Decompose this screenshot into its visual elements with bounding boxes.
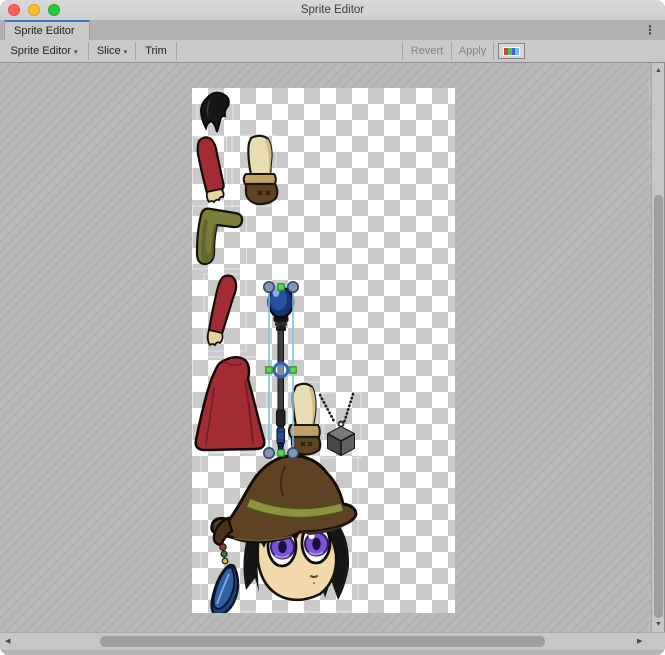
tab-strip: Sprite Editor ⋮ <box>0 20 665 40</box>
sprite-editor-dropdown[interactable]: Sprite Editor ▾ <box>0 40 88 62</box>
revert-button[interactable]: Revert <box>403 40 451 62</box>
separator <box>176 42 177 60</box>
chevron-down-icon: ▾ <box>74 48 78 56</box>
apply-button-label: Apply <box>459 45 487 57</box>
scroll-up-icon[interactable]: ▲ <box>655 66 662 76</box>
separator <box>493 42 494 60</box>
titlebar: Sprite Editor <box>0 0 665 20</box>
chevron-down-icon: ▾ <box>124 48 128 56</box>
sprite-sheet <box>192 88 455 613</box>
slice-dropdown[interactable]: Slice ▾ <box>89 40 135 62</box>
window-title: Sprite Editor <box>0 0 665 20</box>
sprite-editor-window: Sprite Editor Sprite Editor ⋮ Sprite Edi… <box>0 0 665 655</box>
mouth <box>311 576 317 577</box>
slice-dropdown-label: Slice <box>97 45 121 57</box>
sprite-red-sleeve[interactable] <box>198 137 224 202</box>
scrollbar-corner <box>651 632 665 650</box>
scroll-right-icon[interactable]: ▶ <box>637 637 642 647</box>
bead <box>221 551 227 557</box>
rgb-channels-button[interactable] <box>498 43 525 59</box>
toolbar: Sprite Editor ▾ Slice ▾ Trim Revert Appl… <box>0 40 665 63</box>
sprite-red-arm[interactable] <box>208 276 236 345</box>
horizontal-scrollbar[interactable]: ◀ ▶ <box>0 632 651 650</box>
sprite-head[interactable] <box>212 456 356 613</box>
sprite-editor-dropdown-label: Sprite Editor <box>10 45 71 57</box>
sprite-green-scarf[interactable] <box>197 209 242 264</box>
sprite-red-robe[interactable] <box>196 357 265 450</box>
overflow-menu-icon[interactable]: ⋮ <box>643 21 657 39</box>
window-bottom-edge <box>0 650 665 655</box>
scroll-left-icon[interactable]: ◀ <box>5 637 10 647</box>
apply-button[interactable]: Apply <box>452 40 493 62</box>
bead <box>222 558 228 564</box>
vertical-scrollbar-thumb[interactable] <box>654 195 663 618</box>
tab-label: Sprite Editor <box>14 25 75 37</box>
tab-sprite-editor[interactable]: Sprite Editor <box>4 20 90 40</box>
sprite-hair-tuft[interactable] <box>201 93 229 132</box>
sprite-boot-large[interactable] <box>244 136 278 204</box>
bead <box>220 544 226 550</box>
revert-button-label: Revert <box>411 45 443 57</box>
trim-button[interactable]: Trim <box>136 40 176 62</box>
rgb-icon <box>503 47 520 56</box>
scroll-down-icon[interactable]: ▼ <box>655 620 662 630</box>
vertical-scrollbar[interactable]: ▲ ▼ <box>651 63 664 632</box>
trim-button-label: Trim <box>145 45 167 57</box>
pivot-handle[interactable] <box>274 363 288 377</box>
horizontal-scrollbar-thumb[interactable] <box>100 636 545 647</box>
sprite-cube-amulet[interactable] <box>320 394 354 455</box>
